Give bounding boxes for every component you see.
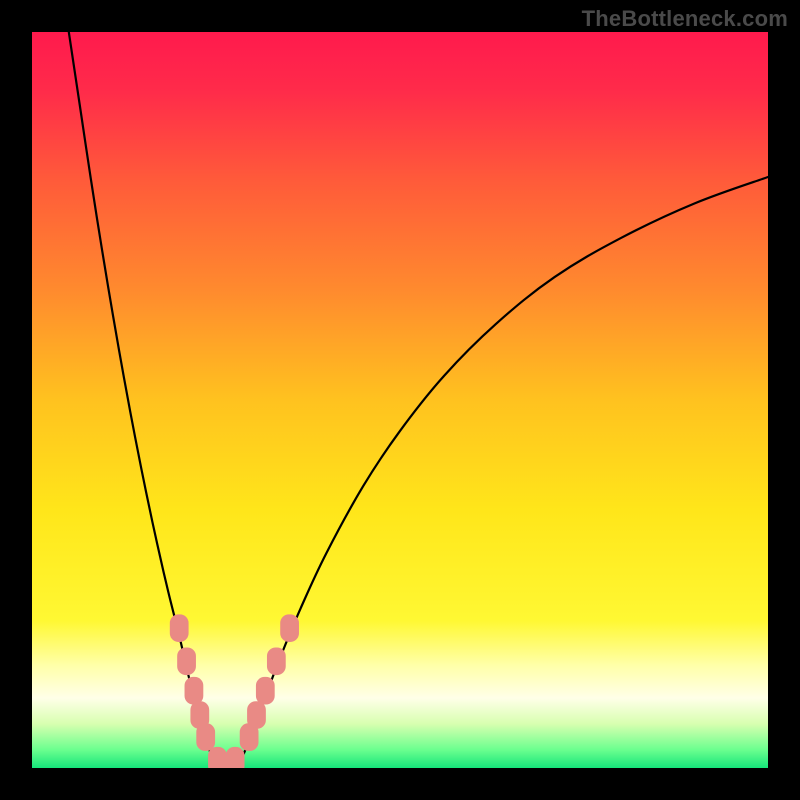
data-marker bbox=[256, 677, 274, 703]
data-marker bbox=[209, 747, 227, 768]
data-marker bbox=[226, 747, 244, 768]
data-marker bbox=[197, 724, 215, 750]
data-marker bbox=[170, 615, 188, 641]
plot-area bbox=[32, 32, 768, 768]
bottleneck-curve bbox=[69, 32, 768, 764]
data-marker bbox=[248, 702, 266, 728]
watermark-text: TheBottleneck.com bbox=[582, 6, 788, 32]
data-marker bbox=[268, 648, 286, 674]
curve-layer bbox=[32, 32, 768, 768]
data-marker bbox=[178, 648, 196, 674]
data-marker bbox=[185, 677, 203, 703]
chart-frame: TheBottleneck.com bbox=[0, 0, 800, 800]
data-marker bbox=[281, 615, 299, 641]
